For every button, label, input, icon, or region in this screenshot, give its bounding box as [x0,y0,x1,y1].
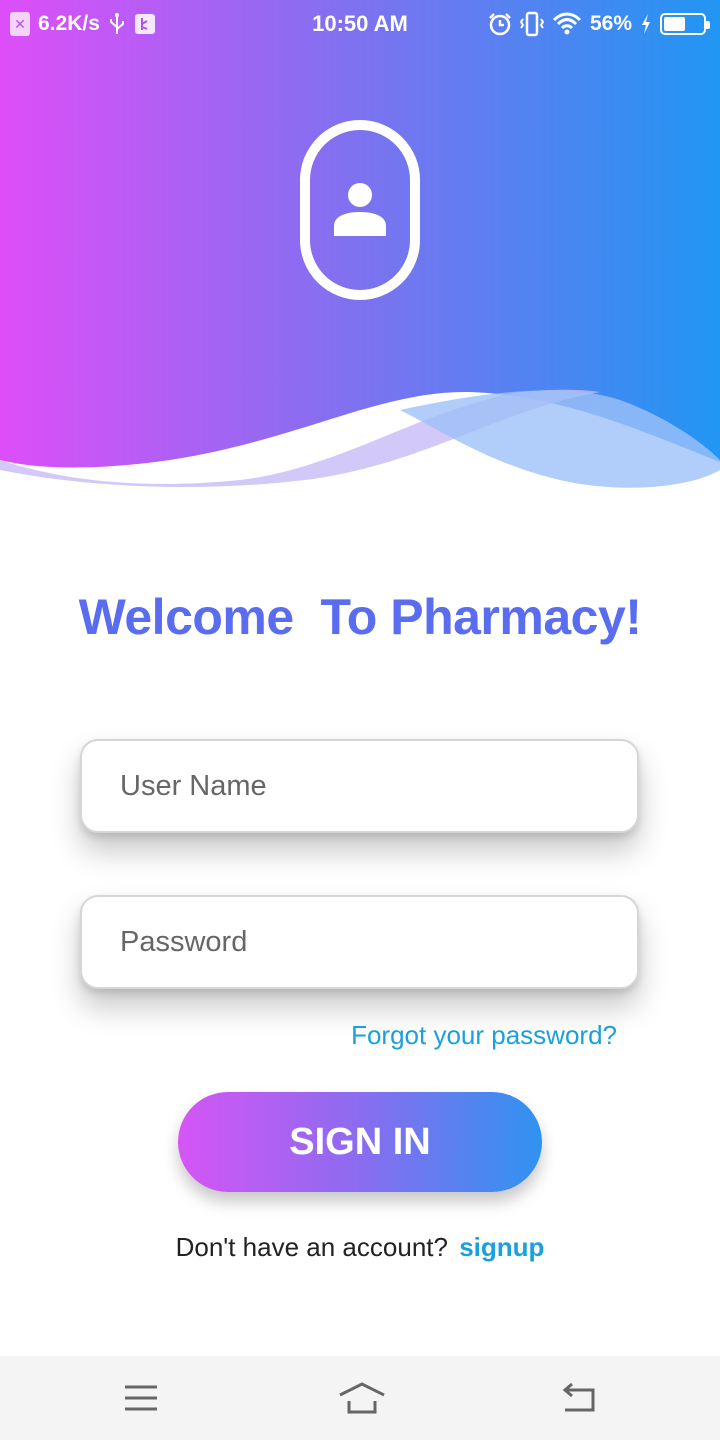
vibrate-icon [519,11,544,37]
back-icon[interactable] [558,1378,598,1418]
alarm-icon [488,12,512,36]
signup-prompt-line: Don't have an account? signup [0,1232,720,1263]
signup-prompt-text: Don't have an account? [175,1232,448,1262]
battery-percent: 56% [589,12,632,35]
username-input[interactable] [120,769,637,803]
home-icon[interactable] [338,1378,386,1418]
status-bar: ✕ 6.2K/s 10:50 AM 56% [0,0,720,48]
status-right: 56% [488,11,710,37]
menu-icon[interactable] [121,1378,161,1418]
page-title: Welcome To Pharmacy! [78,589,642,645]
usb-icon [108,13,126,35]
forgot-password-link[interactable]: Forgot your password? [351,1020,617,1051]
wifi-icon [552,12,582,36]
password-field-container [80,895,639,989]
usb-debug-icon [134,13,156,35]
app-logo [300,120,420,300]
sim-off-icon: ✕ [10,12,30,36]
signup-link[interactable]: signup [459,1232,544,1262]
sign-in-button[interactable]: SIGN IN [178,1092,542,1192]
battery-level [664,17,686,31]
status-left: ✕ 6.2K/s [10,12,156,36]
username-field-container [80,739,639,833]
password-input[interactable] [120,925,637,959]
user-icon [334,183,386,236]
charging-icon [640,13,652,35]
battery-icon [660,13,710,35]
net-speed: 6.2K/s [38,12,100,35]
system-nav-bar [0,1356,720,1440]
